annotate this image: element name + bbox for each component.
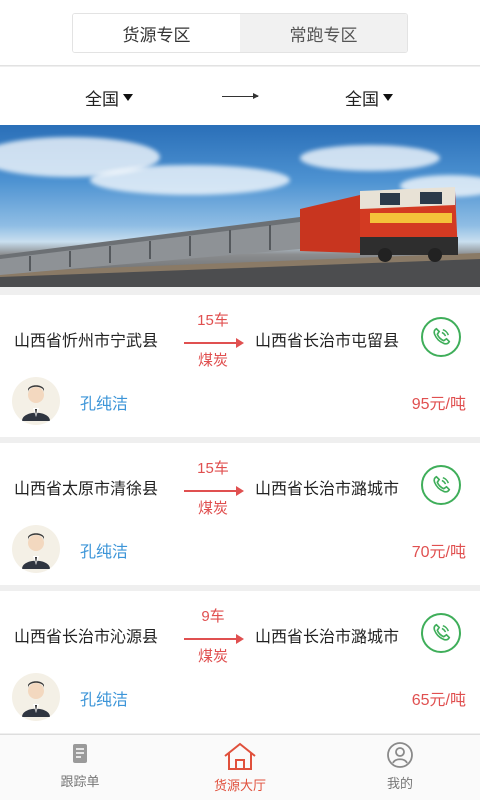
nav-label: 货源大厅 xyxy=(213,778,266,793)
phone-call-button[interactable] xyxy=(421,317,461,357)
tab-cargo-zone[interactable]: 货源专区 xyxy=(73,14,240,52)
price-label: 95元/吨 xyxy=(411,396,466,413)
contact-name[interactable]: 孔纯洁 xyxy=(80,390,128,414)
train-illustration xyxy=(0,187,480,287)
price-label: 65元/吨 xyxy=(411,692,466,709)
origin-city: 山西省长治市沁源县 xyxy=(14,629,159,646)
nav-tracking-orders[interactable]: 跟踪单 xyxy=(0,735,160,800)
truck-count: 15车 xyxy=(197,460,229,477)
dropdown-triangle-icon xyxy=(123,94,133,101)
phone-call-button[interactable] xyxy=(421,613,461,653)
destination-city: 山西省长治市屯留县 xyxy=(255,333,400,350)
nav-label: 跟踪单 xyxy=(60,774,100,789)
dropdown-triangle-icon xyxy=(383,94,393,101)
route-arrow-icon xyxy=(222,93,259,99)
top-bar: 货源专区 常跑专区 xyxy=(0,0,480,66)
route-arrow-icon xyxy=(184,486,244,496)
nav-label: 我的 xyxy=(386,776,413,791)
phone-icon xyxy=(433,475,451,493)
bottom-nav: 跟踪单 货源大厅 我的 xyxy=(0,734,480,800)
cargo-listing-card[interactable]: 山西省长治市沁源县 9车 煤炭 山西省长治市潞城市 孔纯洁 65元/吨 xyxy=(0,591,480,733)
nav-profile[interactable]: 我的 xyxy=(320,735,480,800)
document-icon xyxy=(73,744,87,763)
tab-regular-route-zone[interactable]: 常跑专区 xyxy=(240,14,407,52)
contact-name[interactable]: 孔纯洁 xyxy=(80,686,128,710)
destination-city: 山西省长治市潞城市 xyxy=(255,629,400,646)
train-banner-image xyxy=(0,125,480,287)
avatar xyxy=(12,377,60,425)
price-label: 70元/吨 xyxy=(411,544,466,561)
avatar xyxy=(12,673,60,721)
nav-cargo-hall[interactable]: 货源大厅 xyxy=(160,735,320,800)
cargo-listing-card[interactable]: 山西省太原市清徐县 15车 煤炭 山西省长治市潞城市 孔纯洁 70元/吨 xyxy=(0,443,480,585)
route-arrow-icon xyxy=(184,338,244,348)
route-filter-bar: 全国 全国 xyxy=(0,67,480,125)
contact-name[interactable]: 孔纯洁 xyxy=(80,538,128,562)
user-icon xyxy=(387,742,413,768)
phone-icon xyxy=(433,623,451,641)
zone-segmented-control: 货源专区 常跑专区 xyxy=(72,13,408,53)
origin-dropdown[interactable]: 全国 xyxy=(85,85,133,110)
origin-label: 全国 xyxy=(85,90,119,109)
truck-count: 15车 xyxy=(197,312,229,329)
destination-dropdown[interactable]: 全国 xyxy=(345,85,393,110)
cargo-listing-card[interactable]: 山西省忻州市宁武县 15车 煤炭 山西省长治市屯留县 孔纯洁 95元/吨 xyxy=(0,295,480,437)
cargo-type: 煤炭 xyxy=(197,352,228,369)
cargo-type: 煤炭 xyxy=(197,648,228,665)
avatar xyxy=(12,525,60,573)
phone-icon xyxy=(433,327,451,345)
phone-call-button[interactable] xyxy=(421,465,461,505)
truck-count: 9车 xyxy=(201,608,225,625)
destination-label: 全国 xyxy=(345,90,379,109)
home-icon xyxy=(224,742,256,770)
destination-city: 山西省长治市潞城市 xyxy=(255,481,400,498)
origin-city: 山西省忻州市宁武县 xyxy=(14,333,159,350)
cargo-type: 煤炭 xyxy=(197,500,228,517)
route-arrow-icon xyxy=(184,634,244,644)
origin-city: 山西省太原市清徐县 xyxy=(14,481,159,498)
